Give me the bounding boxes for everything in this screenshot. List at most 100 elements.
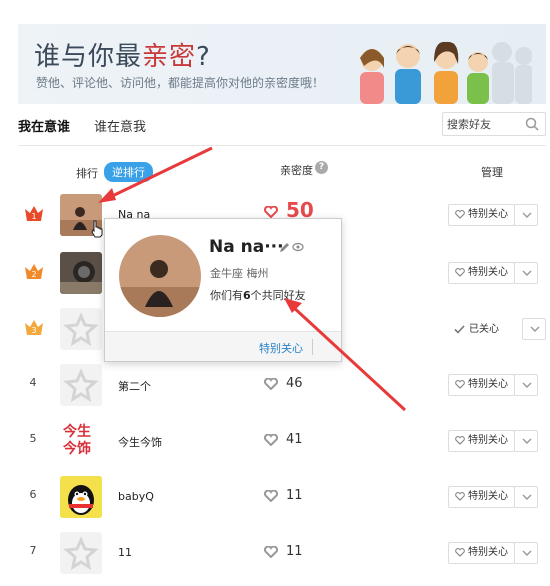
- friend-row: 6 babyQ 11 特别关心: [18, 470, 546, 526]
- search-input[interactable]: [443, 113, 521, 135]
- banner-title-suffix: ?: [196, 42, 211, 72]
- friend-row: 4 第二个 46 特别关心: [18, 358, 546, 414]
- popup-special-care-link[interactable]: 特别关心: [259, 340, 303, 356]
- tab-who-cares-me[interactable]: 谁在意我: [94, 116, 146, 135]
- divider: [312, 339, 313, 355]
- heart-icon: [264, 433, 278, 446]
- popup-info: 金牛座 梅州: [210, 267, 269, 280]
- banner-subtitle: 赞他、评论他、访问他，都能提高你对他的亲密度哦！: [36, 76, 325, 90]
- special-care-button[interactable]: 特别关心: [448, 430, 515, 452]
- rank-number: 6: [29, 488, 37, 501]
- popup-footer: 特别关心: [105, 331, 341, 361]
- heart-icon: [264, 205, 278, 218]
- more-dropdown[interactable]: [514, 374, 538, 396]
- intimacy-score: 11: [264, 544, 303, 559]
- heart-outline-icon: [455, 267, 465, 277]
- friend-search: [442, 112, 546, 136]
- friend-row: 7 11 11 特别关心: [18, 526, 546, 582]
- score-value: 11: [286, 488, 303, 503]
- more-dropdown[interactable]: [514, 262, 538, 284]
- crown-silver-icon: 2: [25, 264, 43, 279]
- rank-number: 3: [31, 326, 36, 335]
- heart-outline-icon: [455, 379, 465, 389]
- friend-name[interactable]: 11: [118, 546, 132, 559]
- avatar-text-line-1: 今生: [63, 424, 91, 440]
- rank-number: 7: [29, 544, 37, 557]
- banner-title: 谁与你最亲密?: [34, 36, 211, 73]
- rank-number: 2: [31, 270, 36, 279]
- people-illustration: [360, 41, 532, 104]
- score-value: 41: [286, 432, 303, 447]
- special-care-button[interactable]: 特别关心: [448, 374, 515, 396]
- rank-column-label: 排行: [76, 167, 98, 180]
- penguin-icon: [60, 476, 102, 518]
- chevron-down-icon: [522, 438, 532, 444]
- heart-outline-icon: [455, 435, 465, 445]
- tab-bar: 我在意谁 谁在意我: [18, 110, 546, 146]
- intimacy-score: 11: [264, 488, 303, 503]
- avatar[interactable]: 今生 今饰: [60, 420, 102, 462]
- button-label: 特别关心: [468, 267, 508, 278]
- special-care-button[interactable]: 特别关心: [448, 262, 515, 284]
- friend-name[interactable]: 第二个: [118, 378, 151, 394]
- chevron-down-icon: [522, 382, 532, 388]
- chevron-down-icon: [522, 494, 532, 500]
- banner-title-prefix: 谁与你最: [34, 42, 143, 72]
- avatar[interactable]: [60, 532, 102, 574]
- score-value: 46: [286, 376, 303, 391]
- common-friends-text[interactable]: 你们有6个共同好友: [210, 287, 306, 303]
- friend-name[interactable]: 今生今饰: [118, 434, 162, 450]
- tab-who-i-care[interactable]: 我在意谁: [18, 116, 70, 135]
- avatar[interactable]: [60, 364, 102, 406]
- rank-number: 5: [29, 432, 37, 445]
- intimacy-score: 46: [264, 376, 303, 391]
- more-dropdown[interactable]: [514, 430, 538, 452]
- chevron-down-icon: [522, 270, 532, 276]
- reverse-rank-toggle[interactable]: 逆排行: [104, 162, 153, 182]
- score-value: 11: [286, 544, 303, 559]
- heart-outline-icon: [455, 209, 465, 219]
- more-dropdown[interactable]: [522, 318, 546, 340]
- intimacy-score: 41: [264, 432, 303, 447]
- heart-outline-icon: [455, 547, 465, 557]
- followed-status[interactable]: 已关心: [454, 320, 499, 335]
- profile-popup-card: Na na··· 金牛座 梅州 你们有6个共同好友 特别关心: [104, 218, 342, 362]
- avatar-text-line-2: 今饰: [63, 441, 91, 457]
- special-care-button[interactable]: 特别关心: [448, 486, 515, 508]
- avatar[interactable]: [60, 308, 102, 350]
- search-icon[interactable]: [525, 117, 539, 131]
- intimacy-banner: 谁与你最亲密? 赞他、评论他、访问他，都能提高你对他的亲密度哦！: [18, 24, 546, 104]
- rank-number: 1: [31, 212, 36, 221]
- edit-remark-icon[interactable]: [279, 241, 305, 253]
- crown-bronze-icon: 3: [25, 320, 43, 335]
- rank-number: 4: [29, 376, 37, 389]
- chevron-down-icon: [522, 212, 532, 218]
- heart-icon: [264, 377, 278, 390]
- special-care-button[interactable]: 特别关心: [448, 542, 515, 564]
- more-dropdown[interactable]: [514, 204, 538, 226]
- avatar[interactable]: [60, 252, 102, 294]
- help-icon[interactable]: ?: [315, 161, 328, 174]
- friend-name[interactable]: babyQ: [118, 490, 154, 503]
- check-icon: [454, 324, 465, 334]
- avatar[interactable]: [60, 476, 102, 518]
- list-header: 排行 逆排行 亲密度 ? 管理: [18, 156, 546, 186]
- special-care-button[interactable]: 特别关心: [448, 204, 515, 226]
- banner-title-highlight: 亲密: [142, 42, 197, 72]
- intimacy-column-label: 亲密度: [280, 164, 313, 177]
- button-label: 特别关心: [468, 435, 508, 446]
- crown-gold-icon: 1: [25, 206, 43, 221]
- hand-cursor-icon: [91, 220, 103, 238]
- heart-outline-icon: [455, 491, 465, 501]
- chevron-down-icon: [522, 550, 532, 556]
- button-label: 特别关心: [468, 547, 508, 558]
- heart-icon: [264, 545, 278, 558]
- more-dropdown[interactable]: [514, 486, 538, 508]
- manage-column-label: 管理: [481, 166, 503, 179]
- avatar-text-logo: 今生 今饰: [63, 424, 91, 458]
- button-label: 特别关心: [468, 491, 508, 502]
- popup-name[interactable]: Na na···: [209, 237, 284, 257]
- more-dropdown[interactable]: [514, 542, 538, 564]
- popup-avatar[interactable]: [119, 235, 201, 317]
- common-friends-suffix: 个共同好友: [250, 289, 306, 302]
